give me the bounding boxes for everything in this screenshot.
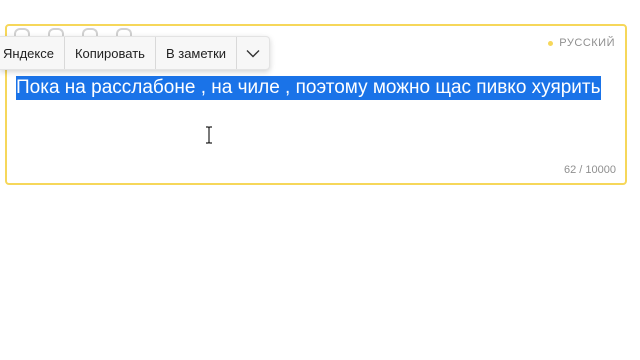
search-in-yandex-item[interactable]: Яндексе — [0, 37, 64, 69]
character-counter: 62 / 10000 — [564, 164, 616, 176]
text-cursor-icon — [206, 126, 212, 144]
more-options-button[interactable] — [237, 37, 269, 69]
toolbar-icon — [14, 28, 30, 36]
toolbar-icon — [48, 28, 64, 36]
selection-context-menu: Яндексе Копировать В заметки — [0, 36, 271, 70]
page: РУССКИЙ Пока на расслабоне , на чиле , п… — [0, 0, 640, 360]
hidden-toolbar — [14, 26, 184, 36]
copy-item[interactable]: Копировать — [65, 37, 155, 69]
add-to-notes-item[interactable]: В заметки — [156, 37, 236, 69]
language-dot-icon — [548, 40, 554, 46]
source-language-name: РУССКИЙ — [559, 37, 615, 49]
toolbar-icon — [82, 28, 98, 36]
source-text-input[interactable]: Пока на расслабоне , на чиле , поэтому м… — [16, 75, 606, 101]
chevron-down-icon — [246, 49, 260, 57]
selected-text[interactable]: Пока на расслабоне , на чиле , поэтому м… — [16, 76, 601, 100]
toolbar-icon — [116, 28, 132, 36]
source-language-label[interactable]: РУССКИЙ — [548, 37, 615, 49]
